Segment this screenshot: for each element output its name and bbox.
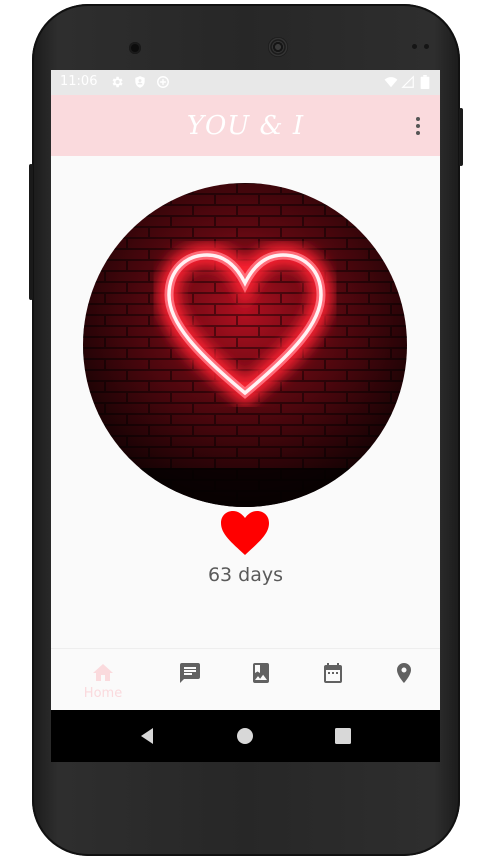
data-saver-icon (157, 76, 169, 88)
home-button-icon[interactable] (235, 726, 255, 746)
calendar-icon (324, 663, 342, 683)
photo-album-icon (253, 663, 269, 683)
nav-calendar[interactable] (303, 649, 363, 710)
screen: 11:06 YOU & I 63 days Home (51, 70, 440, 710)
shield-icon (135, 76, 145, 88)
earpiece-speaker (268, 37, 288, 57)
signal-icon (401, 75, 414, 88)
app-title: YOU & I (186, 111, 305, 141)
neon-heart-photo (83, 183, 407, 507)
power-button (459, 108, 463, 166)
nav-home[interactable]: Home (73, 649, 133, 710)
volume-button (29, 164, 33, 300)
chat-icon (180, 663, 200, 683)
back-icon[interactable] (138, 726, 158, 746)
settings-icon (112, 76, 123, 88)
battery-icon (420, 75, 430, 89)
bottom-nav: Home (51, 648, 440, 710)
front-camera (129, 42, 141, 54)
app-bar: YOU & I (51, 95, 440, 156)
sensors (412, 44, 434, 50)
status-time: 11:06 (60, 74, 98, 89)
nav-location[interactable] (374, 649, 434, 710)
nav-chat[interactable] (160, 649, 220, 710)
heart-icon (221, 511, 269, 555)
home-icon (93, 664, 113, 681)
recents-icon[interactable] (333, 726, 353, 746)
system-nav-bar (51, 710, 440, 762)
nav-home-label: Home (83, 686, 123, 701)
more-vert-icon[interactable] (414, 117, 422, 137)
status-bar: 11:06 (51, 70, 440, 95)
nav-album[interactable] (231, 649, 291, 710)
days-counter: 63 days (207, 564, 284, 586)
wifi-icon (384, 77, 398, 88)
location-pin-icon (397, 663, 411, 683)
